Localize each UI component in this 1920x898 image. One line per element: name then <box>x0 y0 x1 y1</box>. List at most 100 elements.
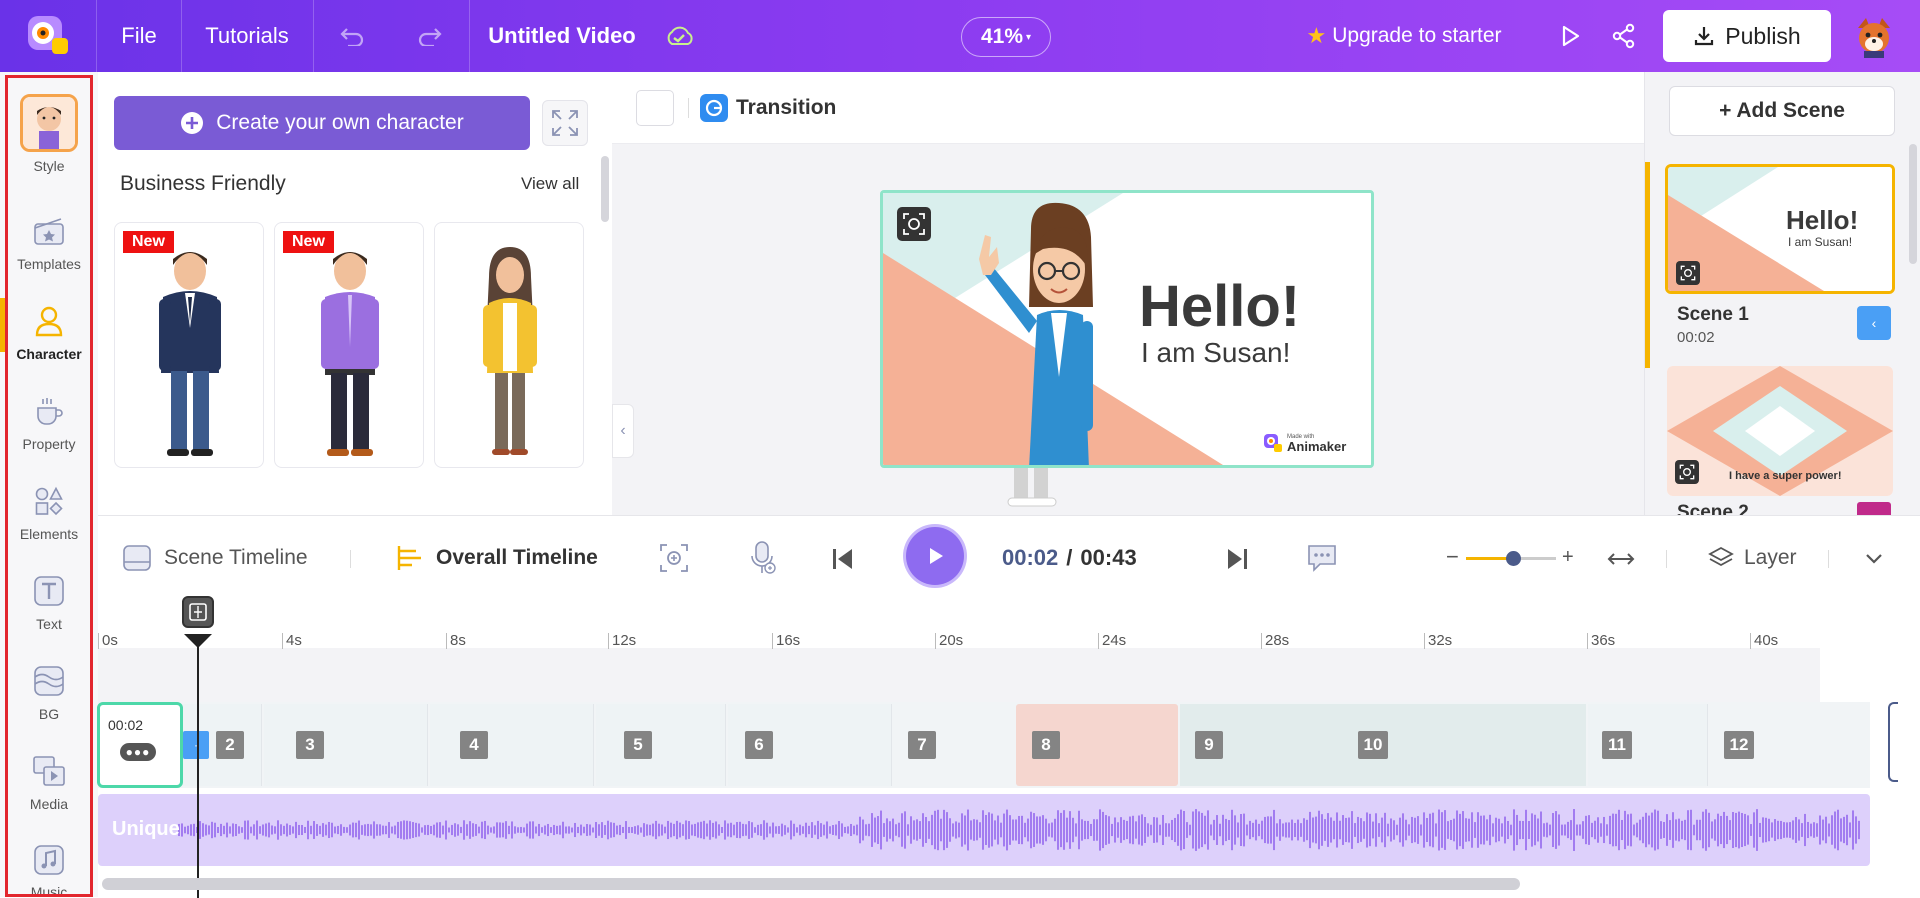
app-logo[interactable] <box>22 12 72 60</box>
segment-number[interactable]: 9 <box>1195 731 1223 759</box>
scene-thumbnail-2[interactable]: I have a super power! <box>1667 366 1893 496</box>
scene-timeline-tab[interactable]: Scene Timeline <box>122 540 308 576</box>
undo-button[interactable] <box>314 0 390 72</box>
share-button[interactable] <box>1606 0 1642 72</box>
snapshot-icon[interactable] <box>897 207 931 241</box>
character-card[interactable] <box>434 222 584 468</box>
scene-thumbnail-1[interactable]: Hello! I am Susan! <box>1665 164 1895 294</box>
waveform-bar <box>229 826 231 834</box>
segment-number[interactable]: 12 <box>1724 731 1754 759</box>
waveform-bar <box>1315 816 1317 844</box>
waveform-bar <box>1054 818 1056 842</box>
waveform-bar <box>1237 822 1239 838</box>
waveform-bar <box>1456 810 1458 850</box>
transition-button[interactable]: Transition <box>700 94 836 122</box>
playhead-handle[interactable] <box>182 596 214 628</box>
zoom-thumb[interactable] <box>1506 551 1521 566</box>
waveform-bar <box>1537 818 1539 842</box>
collapse-timeline-button[interactable] <box>1862 546 1886 570</box>
scene-1-collapse-button[interactable]: ‹ <box>1857 306 1891 340</box>
waveform-bar <box>1594 820 1596 840</box>
current-scene-block[interactable]: 00:02 ●●● <box>97 702 183 788</box>
overall-timeline-tab[interactable]: Overall Timeline <box>394 540 598 576</box>
waveform-bar <box>790 820 792 840</box>
segment-number[interactable]: 3 <box>296 731 324 759</box>
segment-number[interactable]: 4 <box>460 731 488 759</box>
segment-number[interactable]: 8 <box>1032 731 1060 759</box>
view-all-link[interactable]: View all <box>521 174 579 194</box>
audio-track[interactable]: Unique <box>98 794 1870 866</box>
waveform-bar <box>451 824 453 836</box>
track-end-handle[interactable] <box>1888 702 1898 782</box>
active-scene-indicator <box>1645 162 1650 368</box>
color-swatch-button[interactable] <box>636 90 674 126</box>
user-avatar[interactable] <box>1852 14 1896 58</box>
redo-button[interactable] <box>392 0 468 72</box>
file-menu[interactable]: File <box>98 0 180 72</box>
segment-number[interactable]: 2 <box>216 731 244 759</box>
track-block[interactable] <box>264 704 428 786</box>
zoom-slider[interactable]: − + <box>1446 546 1576 572</box>
stage-headline[interactable]: Hello! <box>1139 273 1300 340</box>
track-block[interactable] <box>596 704 726 786</box>
track-block[interactable] <box>430 704 594 786</box>
waveform-bar <box>1132 815 1134 845</box>
waveform-bar <box>1687 810 1689 850</box>
waveform-bar <box>265 823 267 837</box>
segment-number[interactable]: 7 <box>908 731 936 759</box>
preview-button[interactable] <box>1552 0 1588 72</box>
panel-scrollbar[interactable] <box>601 156 609 222</box>
fit-width-button[interactable] <box>1606 546 1636 572</box>
waveform-bar <box>898 822 900 838</box>
add-scene-button[interactable]: + Add Scene <box>1669 86 1895 136</box>
waveform-bar <box>712 822 714 838</box>
waveform-bar <box>778 826 780 834</box>
waveform-bar <box>391 826 393 834</box>
waveform-bar <box>1645 812 1647 848</box>
zoom-selector[interactable]: 41% ▾ <box>961 17 1051 57</box>
skip-back-button[interactable] <box>830 546 856 572</box>
publish-button[interactable]: Publish <box>1663 10 1831 62</box>
create-character-button[interactable]: Create your own character <box>114 96 530 150</box>
divider <box>350 550 351 568</box>
play-button[interactable] <box>906 527 964 585</box>
tutorials-menu[interactable]: Tutorials <box>182 0 312 72</box>
expand-panel-button[interactable] <box>542 100 588 146</box>
collapse-panel-button[interactable]: ‹ <box>612 404 634 458</box>
waveform-bar <box>1477 812 1479 848</box>
project-title[interactable]: Untitled Video <box>478 0 646 72</box>
waveform-bar <box>1174 817 1176 843</box>
stage-subline[interactable]: I am Susan! <box>1141 337 1290 369</box>
transition-icon <box>700 94 728 122</box>
subtitles-button[interactable] <box>1306 542 1338 574</box>
segment-number[interactable]: 10 <box>1358 731 1388 759</box>
scene-stage[interactable]: Hello! I am Susan! Made with Animaker <box>880 190 1374 468</box>
waveform-bar <box>583 826 585 834</box>
waveform-bar <box>319 825 321 835</box>
waveform-bar <box>1081 819 1083 841</box>
character-card[interactable]: New <box>114 222 264 468</box>
waveform-bar <box>1633 824 1635 836</box>
segment-number[interactable]: 6 <box>745 731 773 759</box>
expand-icon <box>552 110 578 136</box>
waveform-bar <box>1723 811 1725 849</box>
fit-to-screen-button[interactable] <box>658 542 690 574</box>
segment-number[interactable]: 5 <box>624 731 652 759</box>
waveform-bar <box>1414 817 1416 843</box>
character-card[interactable]: New <box>274 222 424 468</box>
zoom-in-icon[interactable]: + <box>1562 546 1574 568</box>
segment-number[interactable]: 11 <box>1602 731 1632 759</box>
upgrade-link[interactable]: ★ Upgrade to starter <box>1296 0 1512 72</box>
waveform-bar <box>1333 820 1335 840</box>
waveform-bar <box>802 826 804 834</box>
waveform-bar <box>1591 822 1593 838</box>
record-voice-button[interactable] <box>746 540 778 576</box>
skip-forward-button[interactable] <box>1224 546 1250 572</box>
zoom-out-icon[interactable]: − <box>1446 546 1459 568</box>
more-options-button[interactable]: ●●● <box>120 743 156 761</box>
waveform-bar <box>1120 817 1122 843</box>
scenes-scrollbar[interactable] <box>1909 144 1917 264</box>
layer-button[interactable]: Layer <box>1708 540 1797 576</box>
waveform-bar <box>1816 823 1818 837</box>
timeline-scrollbar[interactable] <box>102 878 1520 890</box>
